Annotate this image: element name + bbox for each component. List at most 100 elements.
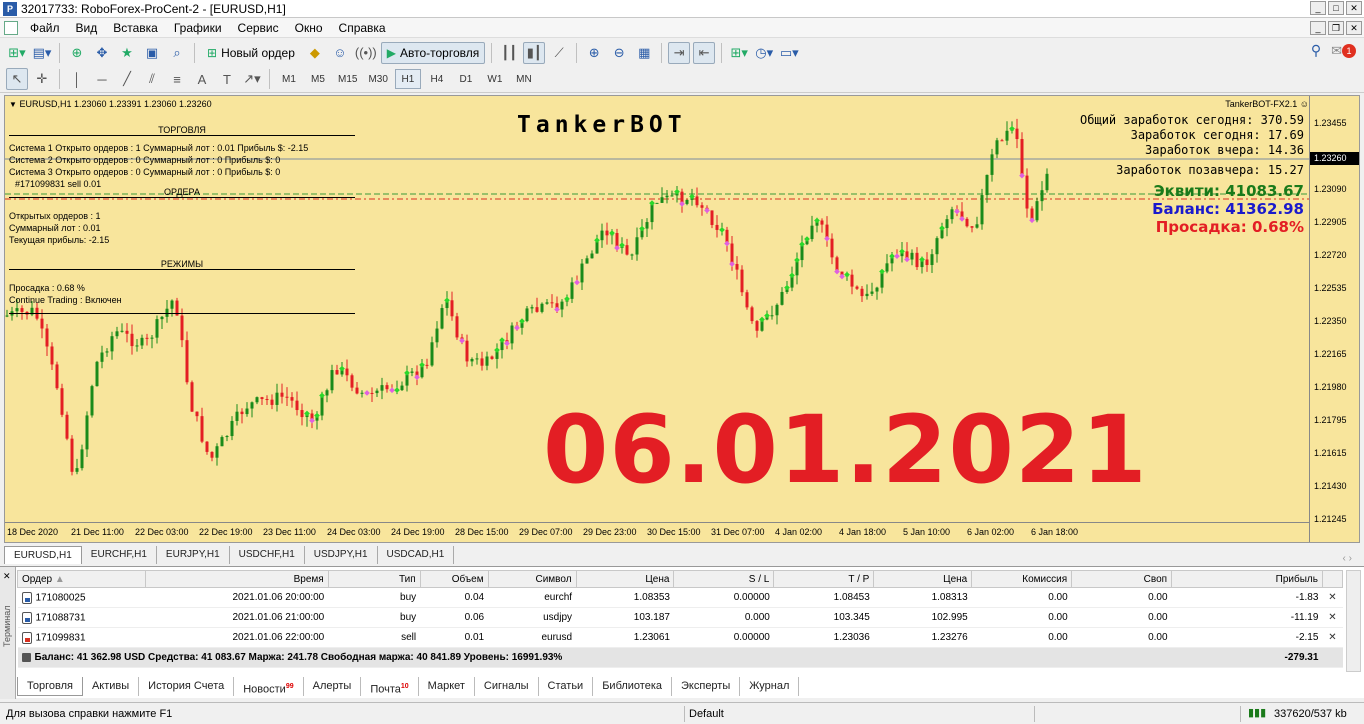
col-sl[interactable]: S / L: [673, 570, 775, 588]
price-chart[interactable]: ▼ EURUSD,H1 1.23060 1.23391 1.23060 1.23…: [4, 95, 1360, 543]
trendline-icon[interactable]: ╱: [116, 68, 138, 90]
timeframe-h1[interactable]: H1: [394, 69, 421, 89]
table-row[interactable]: 171099831 2021.01.06 22:00:00 sell 0.01 …: [17, 627, 1343, 648]
arrows-icon[interactable]: ↗▾: [241, 68, 263, 90]
col-symbol[interactable]: Символ: [487, 570, 577, 588]
chart-doc-icon[interactable]: [4, 20, 18, 35]
col-swap[interactable]: Своп: [1071, 570, 1173, 588]
equidistant-channel-icon[interactable]: ⫽: [141, 68, 163, 90]
notifications-icon[interactable]: ✉ 1: [1331, 43, 1356, 59]
child-minimize-button[interactable]: _: [1310, 21, 1326, 35]
col-tp[interactable]: T / P: [773, 570, 875, 588]
text-icon[interactable]: A: [191, 68, 213, 90]
tp-cell[interactable]: 1.08453: [773, 587, 874, 608]
menu-insert[interactable]: Вставка: [105, 18, 166, 38]
timeframe-w1[interactable]: W1: [482, 69, 508, 89]
new-chart-icon[interactable]: ⊞▾: [6, 42, 28, 64]
child-restore-button[interactable]: ❐: [1328, 21, 1344, 35]
signals-icon[interactable]: ((•)): [354, 42, 378, 64]
crosshair-icon[interactable]: ✛: [31, 68, 53, 90]
col-type[interactable]: Тип: [327, 570, 421, 588]
timeframe-m30[interactable]: M30: [364, 69, 391, 89]
new-order-button[interactable]: ⊞ Новый ордер: [201, 42, 301, 64]
auto-scroll-icon[interactable]: ⇥: [668, 41, 691, 64]
tab-account-history[interactable]: История Счета: [139, 677, 235, 696]
tab-alerts[interactable]: Алерты: [304, 677, 362, 696]
connection-icon[interactable]: ▮▮▮: [1248, 706, 1266, 719]
col-commission[interactable]: Комиссия: [971, 570, 1073, 588]
candlestick-chart-icon[interactable]: ▮┃: [523, 41, 546, 64]
close-order-icon[interactable]: ✕: [1322, 607, 1343, 628]
menu-window[interactable]: Окно: [287, 18, 331, 38]
autotrading-button[interactable]: ▶ Авто-торговля: [380, 41, 486, 64]
col-time[interactable]: Время: [144, 570, 329, 588]
tab-signals[interactable]: Сигналы: [475, 677, 539, 696]
tab-code-base[interactable]: Библиотека: [593, 677, 673, 696]
zoom-out-icon[interactable]: ⊖: [608, 42, 630, 64]
menu-tools[interactable]: Сервис: [230, 18, 287, 38]
periods-icon[interactable]: ◷▾: [753, 42, 775, 64]
timeframe-m5[interactable]: M5: [305, 69, 331, 89]
chart-tab-eurusd[interactable]: EURUSD,H1: [4, 546, 82, 564]
col-profit[interactable]: Прибыль: [1171, 570, 1323, 588]
timeframe-mn[interactable]: MN: [511, 69, 537, 89]
maximize-button[interactable]: □: [1328, 1, 1344, 15]
chart-tab-eurchf[interactable]: EURCHF,H1: [82, 546, 157, 564]
strategy-tester-icon[interactable]: ⌕: [166, 42, 188, 64]
cursor-icon[interactable]: ↖: [6, 68, 28, 90]
line-chart-icon[interactable]: ⟋: [548, 42, 570, 64]
fibonacci-icon[interactable]: ≡: [166, 68, 188, 90]
timeframe-h4[interactable]: H4: [424, 69, 450, 89]
close-order-icon[interactable]: ✕: [1322, 627, 1343, 648]
tab-scroll-arrows[interactable]: ‹ ›: [1343, 553, 1360, 564]
data-window-icon[interactable]: ✥: [91, 42, 113, 64]
search-icon[interactable]: ⚲: [1311, 42, 1321, 59]
sl-cell[interactable]: 0.00000: [673, 587, 774, 608]
navigator-icon[interactable]: ★: [116, 42, 138, 64]
indicators-icon[interactable]: ⊞▾: [728, 42, 750, 64]
tab-trade[interactable]: Торговля: [17, 677, 83, 696]
tp-cell[interactable]: 103.345: [773, 607, 874, 628]
tab-news[interactable]: Новости99: [234, 677, 304, 696]
text-label-icon[interactable]: T: [216, 68, 238, 90]
table-row[interactable]: 171080025 2021.01.06 20:00:00 buy 0.04 e…: [17, 587, 1343, 608]
child-close-button[interactable]: ✕: [1346, 21, 1362, 35]
chart-tab-eurjpy[interactable]: EURJPY,H1: [157, 546, 230, 564]
close-button[interactable]: ✕: [1346, 1, 1362, 15]
community-icon[interactable]: ☺: [329, 42, 351, 64]
chart-tab-usdchf[interactable]: USDCHF,H1: [230, 546, 305, 564]
tab-experts[interactable]: Эксперты: [672, 677, 741, 696]
terminal-scrollbar[interactable]: [1346, 570, 1361, 672]
terminal-icon[interactable]: ▣: [141, 42, 163, 64]
zoom-in-icon[interactable]: ⊕: [583, 42, 605, 64]
bar-chart-icon[interactable]: ┃┃: [498, 42, 520, 64]
menu-charts[interactable]: Графики: [166, 18, 230, 38]
chart-tab-usdcad[interactable]: USDCAD,H1: [378, 546, 455, 564]
tab-mailbox[interactable]: Почта10: [361, 677, 419, 696]
tab-market[interactable]: Маркет: [419, 677, 475, 696]
timeframe-m15[interactable]: M15: [334, 69, 361, 89]
tab-journal[interactable]: Журнал: [740, 677, 800, 696]
tp-cell[interactable]: 1.23036: [773, 627, 874, 648]
chart-shift-icon[interactable]: ⇤: [693, 41, 716, 64]
metaeditor-icon[interactable]: ◆: [304, 42, 326, 64]
sl-cell[interactable]: 0.000: [673, 607, 774, 628]
table-row[interactable]: 171088731 2021.01.06 21:00:00 buy 0.06 u…: [17, 607, 1343, 628]
menu-help[interactable]: Справка: [331, 18, 394, 38]
menu-view[interactable]: Вид: [68, 18, 106, 38]
col-order[interactable]: Ордер ▲: [17, 570, 146, 588]
close-order-icon[interactable]: ✕: [1322, 587, 1343, 608]
col-price[interactable]: Цена: [575, 570, 675, 588]
menu-file[interactable]: Файл: [22, 18, 68, 38]
col-volume[interactable]: Объем: [419, 570, 489, 588]
minimize-button[interactable]: _: [1310, 1, 1326, 15]
market-watch-icon[interactable]: ⊕: [66, 42, 88, 64]
expert-smiley-icon[interactable]: ☺: [1300, 99, 1309, 109]
profiles-icon[interactable]: ▤▾: [31, 42, 53, 64]
col-current-price[interactable]: Цена: [873, 570, 973, 588]
templates-icon[interactable]: ▭▾: [778, 42, 800, 64]
vertical-line-icon[interactable]: │: [66, 68, 88, 90]
sl-cell[interactable]: 0.00000: [673, 627, 774, 648]
timeframe-d1[interactable]: D1: [453, 69, 479, 89]
timeframe-m1[interactable]: M1: [276, 69, 302, 89]
